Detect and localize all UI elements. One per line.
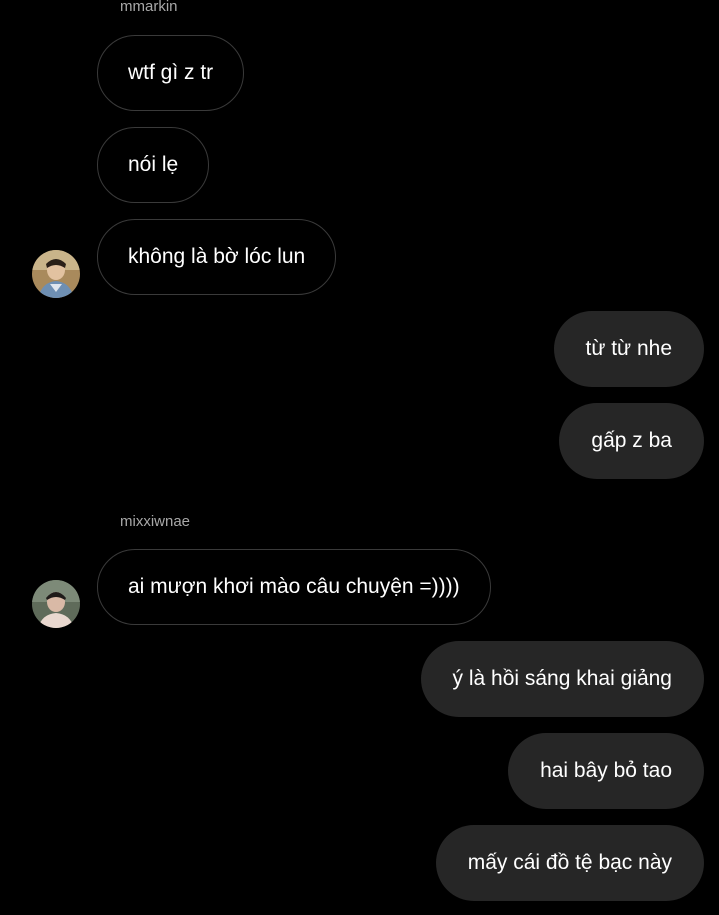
message-text: ý là hồi sáng khai giảng bbox=[452, 667, 673, 690]
message-text: không là bờ lóc lun bbox=[128, 245, 306, 268]
message-text: wtf gì z tr bbox=[128, 61, 214, 84]
message-text: hai bây bỏ tao bbox=[540, 759, 672, 782]
sender-username[interactable]: mixxiwnae bbox=[120, 513, 190, 531]
message-text: từ từ nhe bbox=[585, 337, 673, 360]
message-text: nói lẹ bbox=[128, 153, 179, 176]
user-avatar-icon[interactable] bbox=[32, 580, 80, 628]
sender-username[interactable]: mmarkin bbox=[120, 0, 178, 16]
message-bubble-incoming[interactable]: wtf gì z tr bbox=[97, 35, 245, 111]
message-text: mấy cái đồ tệ bạc này bbox=[467, 851, 672, 874]
message-bubble-incoming[interactable]: không là bờ lóc lun bbox=[97, 219, 337, 295]
message-bubble-outgoing[interactable]: mấy cái đồ tệ bạc này bbox=[435, 825, 704, 901]
avatar-photo-icon bbox=[32, 580, 80, 628]
message-bubble-outgoing[interactable]: hai bây bỏ tao bbox=[508, 733, 704, 809]
message-bubble-outgoing[interactable]: từ từ nhe bbox=[553, 311, 704, 387]
message-text: ai mượn khơi mào câu chuyện =)))) bbox=[128, 575, 460, 598]
message-text: gấp z ba bbox=[591, 429, 672, 452]
message-bubble-outgoing[interactable]: ý là hồi sáng khai giảng bbox=[420, 641, 704, 717]
message-bubble-outgoing[interactable]: gấp z ba bbox=[559, 403, 704, 479]
message-bubble-incoming[interactable]: nói lẹ bbox=[97, 127, 210, 203]
user-avatar-icon[interactable] bbox=[32, 250, 80, 298]
avatar-photo-icon bbox=[32, 250, 80, 298]
message-bubble-incoming[interactable]: ai mượn khơi mào câu chuyện =)))) bbox=[97, 549, 491, 625]
